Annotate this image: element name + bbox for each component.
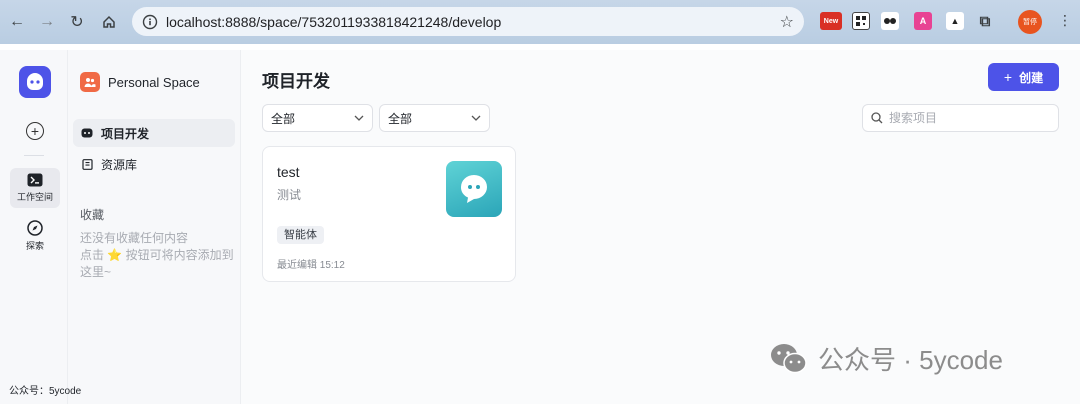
rail-item-explore[interactable]: 探索 [10,216,60,256]
create-button[interactable]: + 创建 [988,63,1059,91]
chevron-down-icon [354,115,364,121]
type-filter-select[interactable]: 全部 [262,104,373,132]
extension-badge-label: New [823,17,839,25]
search-box[interactable] [862,104,1059,132]
app-logo-icon[interactable] [19,66,51,98]
reader-extension-icon[interactable] [881,12,899,30]
corner-caption: 公众号：5ycode [9,386,82,397]
home-icon[interactable] [94,7,124,37]
watermark: 公众号 · 5ycode [770,340,1003,377]
space-switcher[interactable]: Personal Space [80,72,200,92]
sidebar-item-projects-label: 项目开发 [101,126,150,141]
address-bar[interactable]: localhost:8888/space/7532011933818421248… [132,7,804,36]
rail-item-workspace-label: 工作空间 [16,192,53,202]
reload-icon[interactable]: ↻ [62,7,92,37]
owner-filter-value: 全部 [388,111,413,126]
type-filter-value: 全部 [271,111,296,126]
plus-icon: + [1003,69,1013,85]
translate-extension-icon[interactable]: A [914,12,932,30]
wechat-icon [770,343,808,375]
add-icon[interactable]: + [26,122,44,140]
favorites-empty-line1: 还没有收藏任何内容 [80,231,189,245]
terminal-icon [27,173,43,187]
space-name: Personal Space [108,74,200,90]
create-button-label: 创建 [1019,70,1044,85]
favorites-title: 收藏 [80,208,105,222]
space-sidebar: Personal Space 项目开发 资源库 收藏 还没有收藏任何内容 点击 … [68,50,241,404]
bookmark-star-icon[interactable]: ☆ [780,12,794,32]
project-tag: 智能体 [277,226,324,244]
project-edit-time: 最近编辑 15:12 [277,260,345,271]
profile-label: 暂停 [1023,19,1037,26]
favorites-empty-line2: 点击 ⭐ 按钮可将内容添加到这里~ [80,248,234,279]
back-icon[interactable]: ← [2,7,32,37]
extensions-puzzle-icon[interactable]: ⧉ [976,12,994,30]
sidebar-item-library-label: 资源库 [101,157,138,172]
profile-avatar[interactable]: 暂停 [1018,10,1042,34]
project-card[interactable]: test 测试 智能体 最近编辑 15:12 [262,146,516,282]
scholar-extension-icon[interactable]: ▲ [946,12,964,30]
rail-item-explore-label: 探索 [25,241,44,251]
rail-divider [24,155,44,156]
rail-item-workspace[interactable]: 工作空间 [10,168,60,208]
project-avatar-icon [446,161,502,217]
browser-menu-icon[interactable]: ⋮ [1058,12,1072,29]
sidebar-item-projects[interactable]: 项目开发 [73,119,235,147]
url-text: localhost:8888/space/7532011933818421248… [166,13,502,30]
owner-filter-select[interactable]: 全部 [379,104,490,132]
project-name: test [277,164,300,180]
browser-toolbar: ← → ↻ localhost:8888/space/7532011933818… [0,0,1080,44]
favorites-empty-text: 还没有收藏任何内容 点击 ⭐ 按钮可将内容添加到这里~ [80,230,235,281]
chevron-down-icon [471,115,481,121]
compass-icon [27,220,43,236]
app-rail: + 工作空间 探索 [0,50,68,404]
project-description: 测试 [277,188,302,202]
forward-icon[interactable]: → [32,7,62,37]
sidebar-item-library[interactable]: 资源库 [73,150,235,178]
qr-extension-icon[interactable] [852,12,870,30]
search-icon [871,112,883,124]
space-avatar-icon [80,72,100,92]
watermark-text: 公众号 · 5ycode [818,345,1003,375]
page-title: 项目开发 [262,72,330,91]
extension-new-icon[interactable]: New [820,12,842,30]
search-input[interactable] [889,111,1049,125]
library-icon [81,158,93,170]
bot-icon [81,127,93,139]
site-info-icon[interactable] [142,14,158,30]
